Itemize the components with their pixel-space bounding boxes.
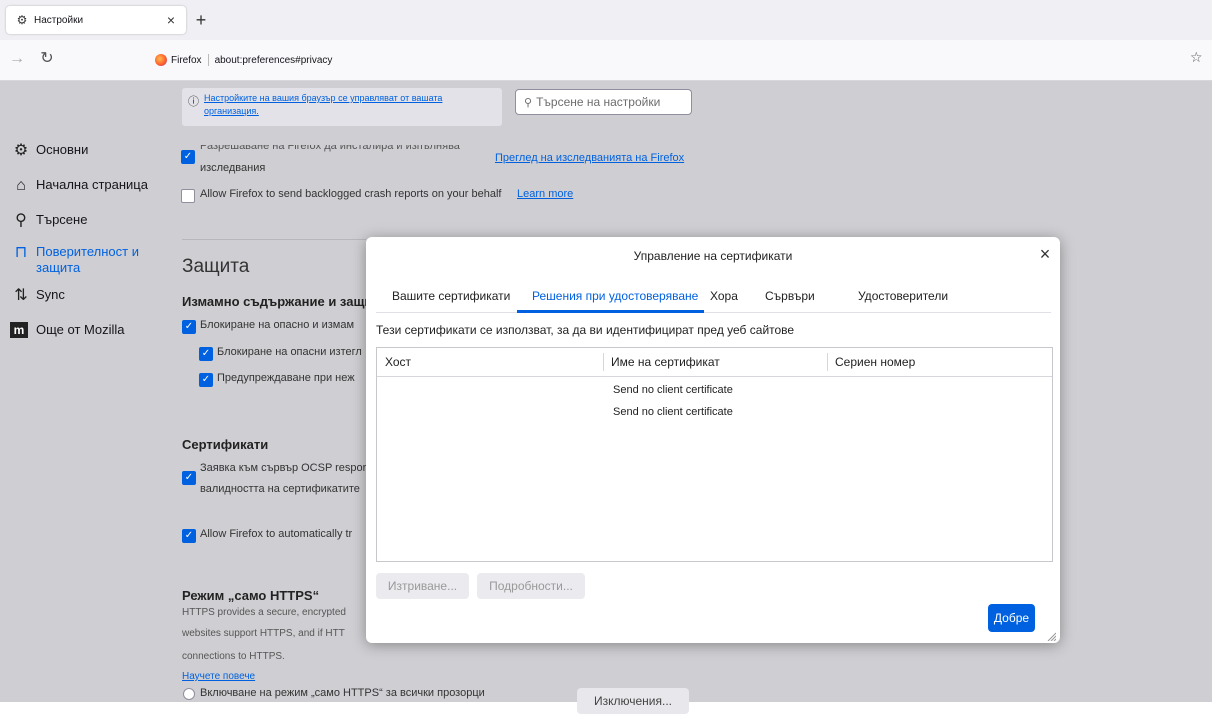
firefox-icon bbox=[155, 54, 167, 66]
tab-settings[interactable]: ⚙ Настройки × bbox=[6, 6, 186, 34]
tab-people[interactable]: Хора bbox=[710, 289, 738, 303]
search-input[interactable]: ⚲ Търсене на настройки bbox=[515, 89, 692, 115]
https-description-line2: websites support HTTPS, and if HTT bbox=[182, 628, 345, 639]
column-divider[interactable] bbox=[827, 353, 828, 371]
section-divider bbox=[182, 239, 366, 240]
certificate-table[interactable]: Хост Име на сертификат Сериен номер Send… bbox=[376, 347, 1053, 562]
studies-checkbox[interactable]: ✓ bbox=[181, 150, 195, 164]
deceptive-content-heading: Измамно съдържание и защи bbox=[182, 294, 373, 309]
gear-icon: ⚙ bbox=[13, 142, 29, 159]
policy-notice: ⓘ Настройките на вашия браузър се управл… bbox=[182, 88, 502, 126]
studies-link[interactable]: Преглед на изследванията на Firefox bbox=[495, 152, 684, 164]
table-header: Хост Име на сертификат Сериен номер bbox=[377, 348, 1052, 377]
policy-link-line2[interactable]: организация. bbox=[204, 106, 259, 116]
block-dangerous-checkbox[interactable]: ✓ bbox=[182, 320, 196, 334]
resize-grip-icon[interactable] bbox=[1046, 631, 1056, 641]
auto-trust-checkbox[interactable]: ✓ bbox=[182, 529, 196, 543]
url-separator bbox=[207, 54, 209, 66]
crash-reports-checkbox[interactable] bbox=[181, 189, 195, 203]
close-icon[interactable]: × bbox=[1034, 243, 1056, 265]
sidebar-item-home[interactable]: ⌂ Начална страница bbox=[10, 177, 148, 195]
search-icon: ⚲ bbox=[524, 96, 533, 109]
security-heading: Защита bbox=[182, 256, 250, 277]
search-placeholder: Търсене на настройки bbox=[536, 95, 661, 109]
url-bar[interactable]: Firefox about:preferences#privacy bbox=[155, 49, 1195, 71]
bookmark-star-icon[interactable]: ☆ bbox=[1190, 49, 1203, 66]
details-button[interactable]: Подробности... bbox=[477, 573, 585, 599]
https-description-line1: HTTPS provides a secure, encrypted bbox=[182, 607, 346, 618]
column-serial-number[interactable]: Сериен номер bbox=[835, 355, 915, 369]
ocsp-checkbox[interactable]: ✓ bbox=[182, 471, 196, 485]
sidebar-item-label: Поверителност и защита bbox=[36, 244, 139, 275]
column-certificate-name[interactable]: Име на сертификат bbox=[611, 355, 720, 369]
https-exceptions-button[interactable]: Изключения... bbox=[577, 688, 689, 714]
warn-unwanted-label: Предупреждаване при неж bbox=[217, 372, 355, 384]
sidebar-item-search[interactable]: ⚲ Търсене bbox=[10, 212, 87, 230]
studies-label-line2: изследвания bbox=[200, 162, 266, 174]
https-only-heading: Режим „само HTTPS“ bbox=[182, 588, 320, 603]
new-tab-button[interactable]: + bbox=[190, 9, 212, 31]
close-tab-icon[interactable]: × bbox=[162, 12, 180, 28]
sidebar-item-label: Sync bbox=[36, 287, 65, 302]
info-icon: ⓘ bbox=[188, 96, 199, 108]
sidebar-item-label: Основни bbox=[36, 142, 89, 157]
https-all-windows-label: Включване на режим „само HTTPS“ за всичк… bbox=[200, 687, 485, 699]
block-downloads-label: Блокиране на опасни изтегл bbox=[217, 346, 362, 358]
reload-icon[interactable]: ↻ bbox=[36, 48, 58, 70]
ok-button[interactable]: Добре bbox=[988, 604, 1035, 632]
tab-divider bbox=[376, 312, 1051, 313]
sidebar-item-label: Още от Mozilla bbox=[36, 322, 125, 337]
sidebar-item-general[interactable]: ⚙ Основни bbox=[10, 142, 89, 160]
sidebar-item-privacy[interactable]: ⊓ Поверителност и защита bbox=[10, 244, 139, 276]
sidebar-item-label: Начална страница bbox=[36, 177, 148, 192]
dialog-description: Тези сертификати се използват, за да ви … bbox=[376, 323, 795, 337]
url-text: about:preferences#privacy bbox=[214, 54, 333, 66]
column-host[interactable]: Хост bbox=[385, 355, 411, 369]
certificate-manager-dialog: Управление на сертификати × Вашите серти… bbox=[366, 237, 1060, 643]
auto-trust-label: Allow Firefox to automatically tr bbox=[200, 528, 353, 540]
certificates-heading: Сертификати bbox=[182, 437, 269, 452]
sync-icon: ⇅ bbox=[14, 287, 28, 304]
tab-servers[interactable]: Сървъри bbox=[765, 289, 815, 303]
tab-title: Настройки bbox=[34, 14, 84, 26]
tab-authentication-decisions[interactable]: Решения при удостоверяване bbox=[532, 289, 698, 303]
block-downloads-checkbox[interactable]: ✓ bbox=[199, 347, 213, 361]
policy-link-line1[interactable]: Настройките на вашия браузър се управляв… bbox=[204, 93, 442, 103]
home-icon: ⌂ bbox=[16, 177, 26, 194]
block-dangerous-label: Блокиране на опасно и измам bbox=[200, 319, 355, 331]
tab-authorities[interactable]: Удостоверители bbox=[858, 289, 948, 303]
dialog-title: Управление на сертификати bbox=[633, 249, 793, 263]
crash-reports-label: Allow Firefox to send backlogged crash r… bbox=[200, 188, 502, 200]
sidebar-item-more-mozilla[interactable]: m Още от Mozilla bbox=[10, 322, 124, 338]
ocsp-label-line1: Заявка към сървър OCSP respor bbox=[200, 462, 367, 474]
sidebar-item-label: Търсене bbox=[36, 212, 88, 227]
table-row[interactable]: Send no client certificate bbox=[613, 406, 733, 418]
column-divider[interactable] bbox=[603, 353, 604, 371]
https-learn-more-link[interactable]: Научете повече bbox=[182, 671, 255, 682]
delete-button[interactable]: Изтриване... bbox=[376, 573, 469, 599]
warn-unwanted-checkbox[interactable]: ✓ bbox=[199, 373, 213, 387]
tab-your-certificates[interactable]: Вашите сертификати bbox=[392, 289, 510, 303]
forward-icon[interactable]: → bbox=[6, 48, 28, 70]
learn-more-link[interactable]: Learn more bbox=[517, 188, 573, 200]
search-icon: ⚲ bbox=[15, 212, 27, 229]
gear-icon: ⚙ bbox=[16, 13, 28, 27]
selected-tab-indicator bbox=[517, 310, 704, 313]
https-description-line3: connections to HTTPS. bbox=[182, 651, 285, 662]
mozilla-icon: m bbox=[10, 322, 28, 338]
table-row[interactable]: Send no client certificate bbox=[613, 384, 733, 396]
ocsp-label-line2: валидността на сертификатите bbox=[200, 483, 360, 495]
identity-label: Firefox bbox=[171, 54, 202, 66]
https-all-windows-radio[interactable] bbox=[183, 688, 195, 700]
sidebar-item-sync[interactable]: ⇅ Sync bbox=[10, 287, 65, 305]
lock-icon: ⊓ bbox=[14, 244, 28, 261]
